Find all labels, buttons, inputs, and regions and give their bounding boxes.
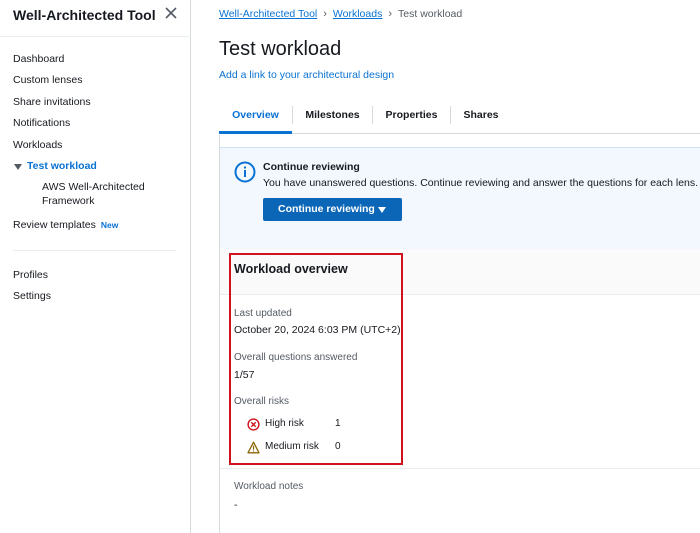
- section-divider: [220, 468, 700, 469]
- tab-properties[interactable]: Properties: [373, 103, 450, 134]
- new-badge: New: [100, 220, 119, 230]
- page-title: Test workload: [219, 38, 342, 60]
- breadcrumb: Well-Architected Tool › Workloads › Test wor…: [219, 8, 462, 20]
- close-icon[interactable]: [163, 5, 179, 21]
- sidebar: Well-Architected Tool Dashboard Custom l…: [0, 0, 191, 533]
- sidebar-item-workloads[interactable]: Workloads: [13, 139, 62, 151]
- sidebar-item-review-templates[interactable]: Review templates New: [13, 219, 118, 231]
- sidebar-item-test-workload[interactable]: Test workload: [27, 160, 97, 172]
- sidebar-item-notifications[interactable]: Notifications: [13, 117, 70, 129]
- sidebar-title: Well-Architected Tool: [13, 7, 156, 23]
- tab-milestones[interactable]: Milestones: [293, 103, 372, 134]
- workload-notes-label: Workload notes: [234, 481, 304, 492]
- caret-down-icon[interactable]: [14, 164, 22, 170]
- alert-border: [220, 147, 700, 148]
- caret-down-icon: [378, 207, 386, 213]
- add-architecture-link[interactable]: Add a link to your architectural design: [219, 69, 394, 81]
- alert-message: You have unanswered questions. Continue …: [263, 177, 699, 189]
- sidebar-item-label: Review templates: [13, 219, 96, 231]
- tab-overview[interactable]: Overview: [219, 103, 292, 134]
- alert-title: Continue reviewing: [263, 161, 360, 173]
- breadcrumb-workloads-link[interactable]: Workloads: [333, 8, 382, 20]
- chevron-right-icon: ›: [323, 8, 327, 20]
- main-content: Well-Architected Tool › Workloads › Test wor…: [191, 0, 700, 533]
- sidebar-item-share-invitations[interactable]: Share invitations: [13, 96, 91, 108]
- sidebar-item-aws-well-architected-framework[interactable]: AWS Well-Architected Framework: [42, 180, 162, 208]
- chevron-right-icon: ›: [388, 8, 393, 20]
- tab-bar: Overview Milestones Properties Shares: [219, 103, 700, 134]
- continue-reviewing-button[interactable]: Continue reviewing: [263, 198, 402, 221]
- tab-shares[interactable]: Shares: [451, 103, 511, 134]
- workload-notes-value: -: [234, 499, 238, 511]
- sidebar-divider: [0, 36, 191, 37]
- sidebar-item-settings[interactable]: Settings: [13, 290, 51, 302]
- sidebar-item-dashboard[interactable]: Dashboard: [13, 53, 64, 65]
- highlight-box: [229, 253, 403, 465]
- breadcrumb-root-link[interactable]: Well-Architected Tool: [219, 8, 317, 20]
- button-label: Continue reviewing: [278, 203, 375, 215]
- overview-panel: Continue reviewing You have unanswered q…: [219, 135, 700, 533]
- sidebar-item-profiles[interactable]: Profiles: [13, 269, 48, 281]
- sidebar-item-custom-lenses[interactable]: Custom lenses: [13, 74, 82, 86]
- info-icon: [234, 161, 256, 183]
- sidebar-divider: [13, 250, 176, 251]
- breadcrumb-current: Test workload: [398, 8, 463, 20]
